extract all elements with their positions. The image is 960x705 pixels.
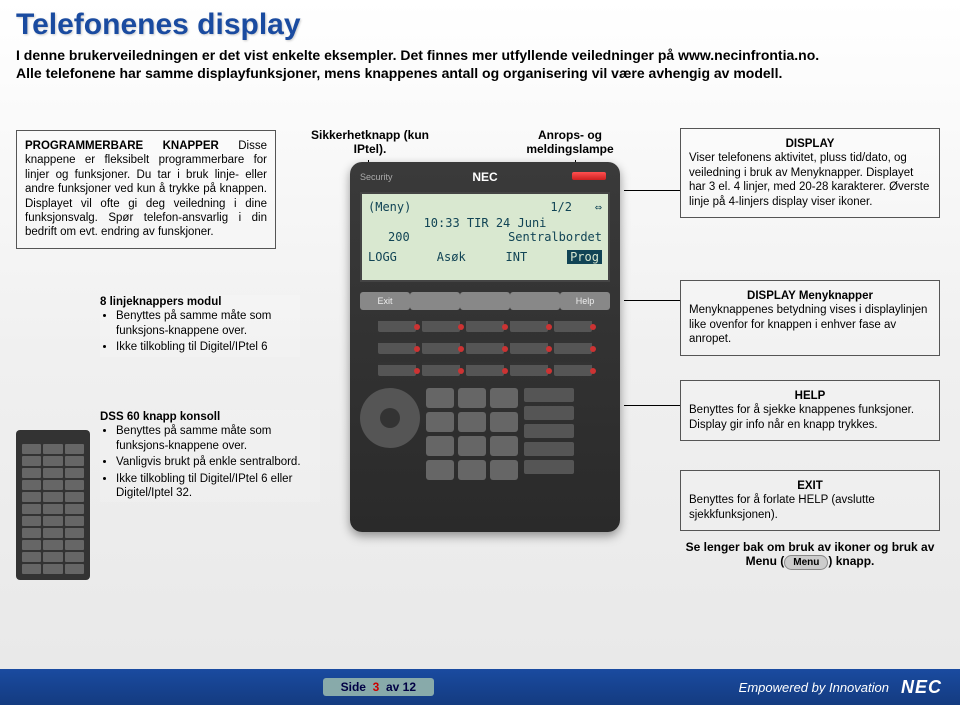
lcd-soft3: INT [506, 250, 528, 264]
prog-button [422, 340, 460, 354]
page-of: av 12 [386, 680, 416, 694]
box-exit-heading: EXIT [689, 479, 931, 493]
lcd-soft1: LOGG [368, 250, 397, 264]
box-display: DISPLAY Viser telefonens aktivitet, plus… [680, 128, 940, 218]
page-indicator: Side 3 av 12 [323, 678, 434, 696]
phone-illustration: Security NEC ⇔ (Meny)1/2 10:33 TIR 24 Ju… [350, 162, 620, 532]
intro-line1: I denne brukerveiledningen er det vist e… [16, 47, 678, 63]
menu-pill-icon: Menu [784, 555, 828, 570]
mod8-block: 8 linjeknappers modul Benyttes på samme … [100, 295, 300, 357]
intro-line2: Alle telefonene har samme displayfunksjo… [16, 65, 782, 81]
softkey [410, 292, 460, 310]
nec-logo: NEC [901, 677, 942, 698]
intro-link: www.necinfrontia.no [678, 47, 815, 63]
box-exit: EXIT Benyttes for å forlate HELP (avslut… [680, 470, 940, 531]
exit-softkey: Exit [360, 292, 410, 310]
prog-button [510, 340, 548, 354]
footer-slogan: Empowered by Innovation [739, 680, 889, 695]
prog-button [378, 340, 416, 354]
dial-pad [426, 388, 518, 480]
label-sikkerhet: Sikkerhetknapp (kun IPtel). [310, 128, 430, 157]
box-help-heading: HELP [689, 389, 931, 403]
lcd-name: Sentralbordet [508, 230, 602, 244]
box-exit-body: Benyttes for å forlate HELP (avslutte sj… [689, 493, 931, 522]
box-menyk: DISPLAY Menyknapper Menyknappenes betydn… [680, 280, 940, 356]
prog-button [510, 362, 548, 376]
lcd-soft2: Asøk [437, 250, 466, 264]
func-buttons [524, 388, 574, 480]
prog-button [554, 362, 592, 376]
prog-button [466, 340, 504, 354]
page-title: Telefonenes display [0, 0, 960, 46]
cursor-pad-icon [360, 388, 420, 448]
mod8-item: Benyttes på samme måte som funksjons-kna… [116, 309, 300, 338]
lcd-soft4: Prog [567, 250, 602, 264]
dss-item: Ikke tilkobling til Digitel/IPtel 6 elle… [116, 472, 320, 501]
footer: Side 3 av 12 Empowered by Innovation NEC [0, 669, 960, 705]
intro-dot: . [815, 47, 819, 63]
lcd-ext: 200 [368, 230, 410, 244]
softkey [460, 292, 510, 310]
box-prog-body: Disse knappene er fleksibelt programmerb… [25, 140, 267, 238]
dss-heading: DSS 60 knapp konsoll [100, 410, 320, 424]
message-lamp-icon [572, 172, 606, 180]
box-programmable: PROGRAMMERBARE KNAPPER Disse knappene er… [16, 130, 276, 249]
lcd-menu: (Meny) [368, 200, 411, 214]
prog-button [422, 362, 460, 376]
prog-button [378, 318, 416, 332]
box-help: HELP Benyttes for å sjekke knappenes fun… [680, 380, 940, 441]
intro-text: I denne brukerveiledningen er det vist e… [0, 46, 960, 102]
prog-button [466, 362, 504, 376]
box-menyk-heading: DISPLAY Menyknapper [689, 289, 931, 303]
prog-button [422, 318, 460, 332]
box-prog-heading: PROGRAMMERBARE KNAPPER [25, 140, 219, 152]
box-display-body: Viser telefonens aktivitet, pluss tid/da… [689, 151, 931, 209]
see-more: Se lenger bak om bruk av ikoner og bruk … [680, 540, 940, 570]
dss-item: Vanligvis brukt på enkle sentralbord. [116, 455, 320, 469]
prog-button [554, 340, 592, 354]
page-number: 3 [373, 680, 380, 694]
prog-button [554, 318, 592, 332]
box-help-body: Benyttes for å sjekke knappenes funksjon… [689, 403, 931, 432]
softkey [510, 292, 560, 310]
dss-console-image [16, 430, 90, 580]
see-more-b: ) knapp. [828, 554, 874, 568]
help-softkey: Help [560, 292, 610, 310]
lcd-datetime: 10:33 TIR 24 Juni [368, 216, 602, 230]
prog-button [466, 318, 504, 332]
dss-block: DSS 60 knapp konsoll Benyttes på samme m… [100, 410, 320, 502]
box-menyk-body: Menyknappenes betydning vises i displayl… [689, 303, 931, 346]
label-anrop: Anrops- og meldingslampe [510, 128, 630, 157]
mod8-item: Ikke tilkobling til Digitel/IPtel 6 [116, 340, 300, 354]
page-label-side: Side [341, 680, 366, 694]
dss-item: Benyttes på samme måte som funksjons-kna… [116, 424, 320, 453]
mod8-heading: 8 linjeknappers modul [100, 295, 300, 309]
box-display-heading: DISPLAY [689, 137, 931, 151]
prog-button [378, 362, 416, 376]
lcd-page: 1/2 [550, 200, 572, 214]
prog-button [510, 318, 548, 332]
nav-arrows-icon: ⇔ [595, 200, 602, 214]
lcd-screen: ⇔ (Meny) 1/2 10:33 TIR 24 Juni 200 Sentral… [360, 192, 610, 282]
